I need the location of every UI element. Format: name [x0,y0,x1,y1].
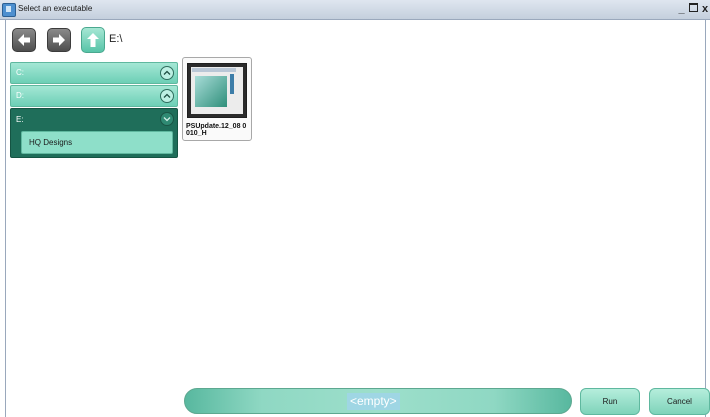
folder-item-hq-designs[interactable]: HQ Designs [21,131,173,154]
expand-toggle[interactable] [160,66,174,80]
chevron-up-icon [163,93,171,98]
file-tile[interactable]: PSUpdate.12_08 0010_H [182,57,252,141]
drive-d[interactable]: D: [10,85,178,107]
arrow-up-icon [87,33,99,47]
drive-label: C: [16,68,24,77]
drive-c[interactable]: C: [10,62,178,84]
chevron-down-icon [163,117,171,122]
selection-field[interactable]: <empty> [184,388,572,414]
drive-label: D: [16,91,24,100]
up-folder-button[interactable] [81,27,105,53]
current-path: E:\ [109,33,123,45]
drive-label: E: [16,115,24,124]
close-button[interactable]: x [699,2,710,16]
file-name: PSUpdate.12_08 0010_H [186,123,247,137]
folder-label: HQ Designs [29,138,73,147]
arrow-left-icon [18,34,30,46]
selection-value: <empty> [347,393,400,410]
window-title: Select an executable [18,4,93,13]
drive-e[interactable]: E: HQ Designs [10,108,178,158]
app-icon [2,3,16,17]
maximize-icon [689,3,698,12]
run-button[interactable]: Run [580,388,640,415]
title-bar: Select an executable _ x [0,0,710,20]
collapse-toggle[interactable] [160,112,174,126]
expand-toggle[interactable] [160,89,174,103]
app-thumbnail-icon [187,63,247,118]
cancel-button[interactable]: Cancel [649,388,710,415]
back-button[interactable] [12,28,36,52]
arrow-right-icon [53,34,65,46]
chevron-up-icon [163,70,171,75]
forward-button[interactable] [47,28,71,52]
